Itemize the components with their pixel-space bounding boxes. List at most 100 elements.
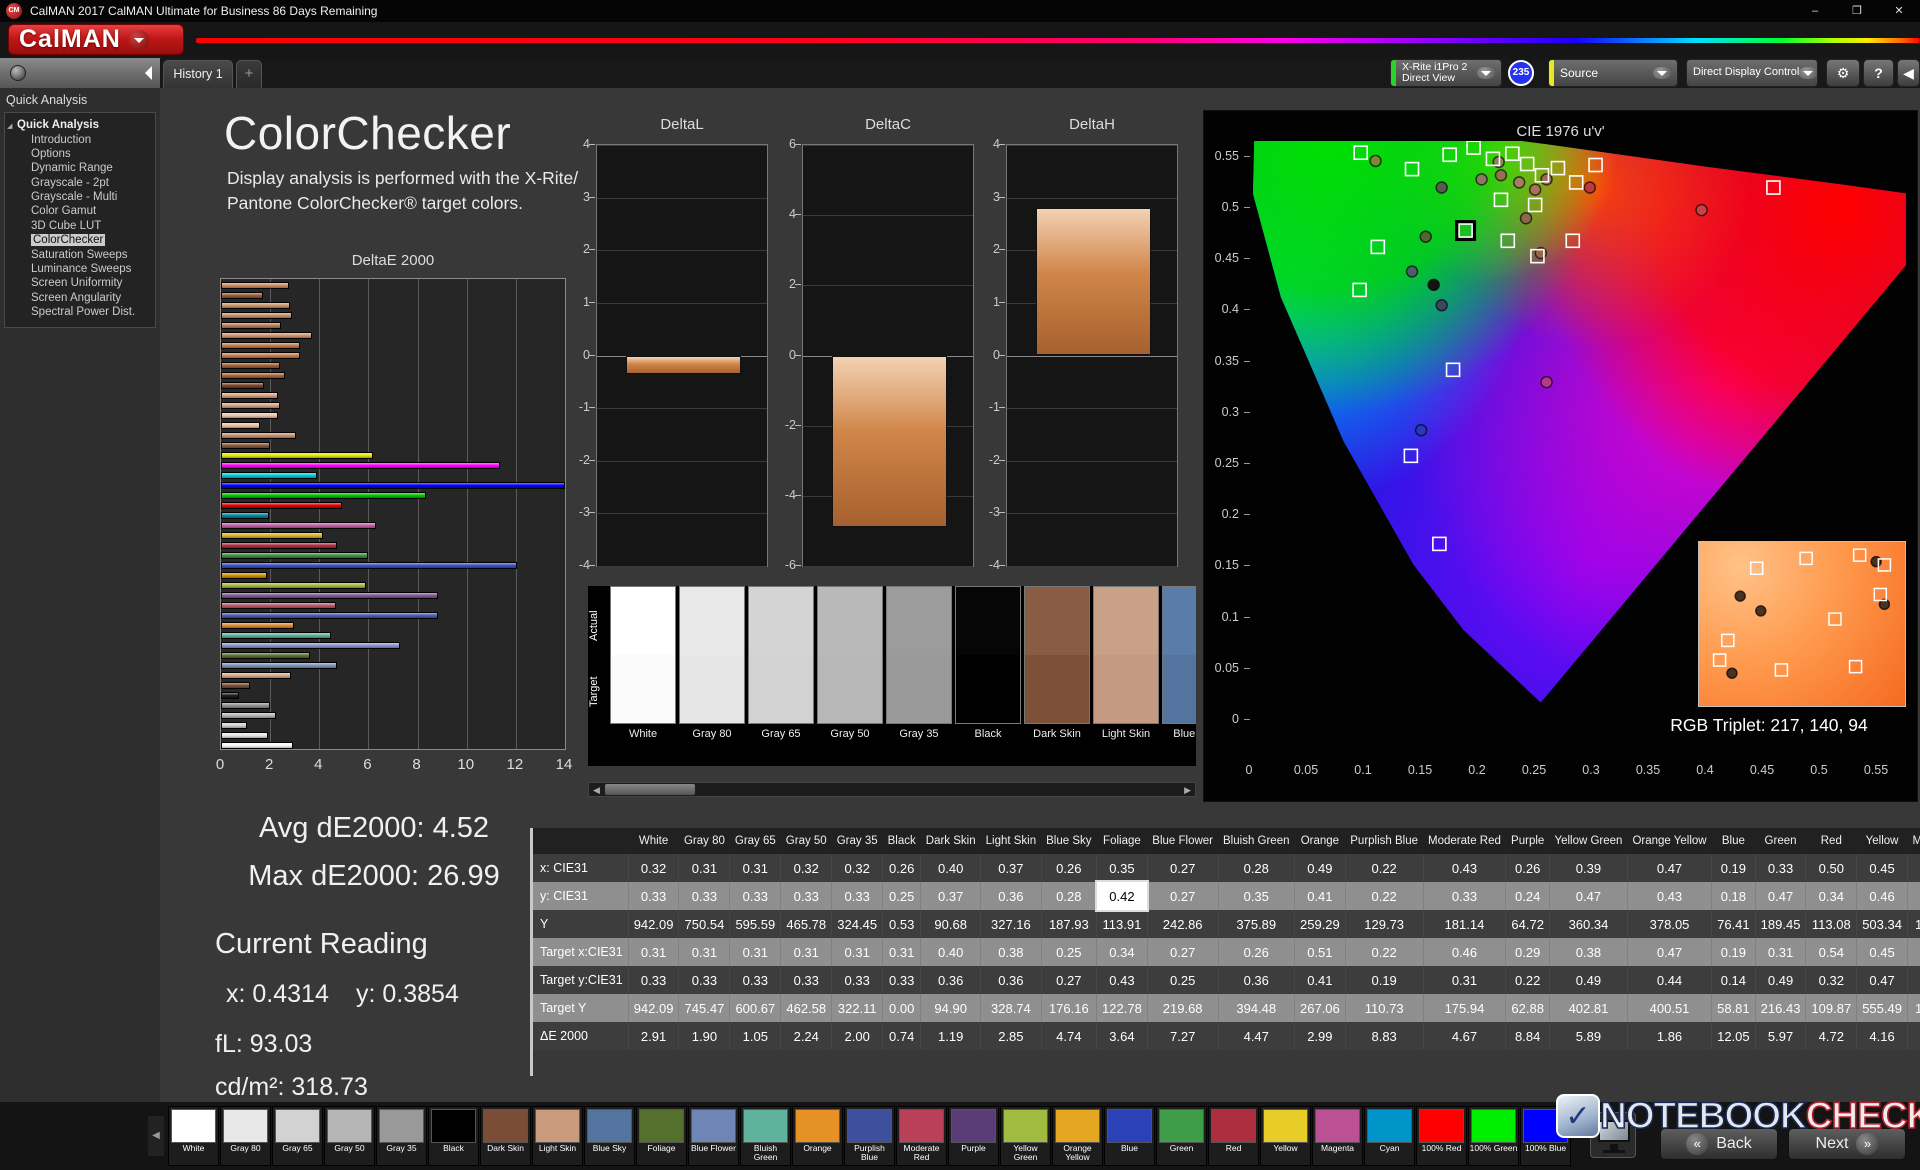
table-cell[interactable]: 0.26 (1505, 854, 1550, 882)
sidebar-item-dynamic-range[interactable]: Dynamic Range (5, 161, 155, 175)
table-cell[interactable]: 322.11 (831, 994, 884, 1022)
table-cell[interactable]: 8.83 (1345, 1022, 1424, 1050)
table-cell[interactable]: 0.31 (678, 938, 731, 966)
table-cell[interactable]: 0.22 (1345, 882, 1424, 910)
table-cell[interactable]: 0.51 (1294, 938, 1346, 966)
table-cell[interactable]: 0.26 (1218, 938, 1296, 966)
table-cell[interactable]: 0.32 (831, 854, 884, 882)
table-cell[interactable]: 0.19 (1711, 854, 1756, 882)
table-cell[interactable]: 0.37 (920, 882, 982, 910)
table-cell[interactable]: 2.85 (980, 1022, 1042, 1050)
table-cell[interactable]: 58.81 (1711, 994, 1756, 1022)
table-cell[interactable]: 0.33 (729, 882, 782, 910)
table-cell[interactable]: 750.54 (678, 910, 731, 938)
sidebar-item-introduction[interactable]: Introduction (5, 132, 155, 146)
table-cell[interactable]: 2.99 (1294, 1022, 1346, 1050)
sidebar-item-options[interactable]: Options (5, 147, 155, 161)
table-cell[interactable]: 942.09 (628, 910, 680, 938)
table-cell[interactable]: 0.22 (1345, 938, 1424, 966)
table-cell[interactable]: 64.72 (1505, 910, 1550, 938)
table-cell[interactable]: 175.94 (1423, 994, 1507, 1022)
table-cell[interactable]: 0.25 (1907, 966, 1920, 994)
table-cell[interactable]: 0.32 (780, 854, 833, 882)
table-cell[interactable]: 0.39 (1549, 854, 1628, 882)
table-cell[interactable]: 0.49 (1755, 966, 1807, 994)
table-cell[interactable]: 0.33 (1423, 882, 1507, 910)
table-cell[interactable]: 0.28 (1041, 882, 1098, 910)
source-dropdown[interactable]: Source (1548, 59, 1678, 87)
table-cell[interactable]: 375.89 (1218, 910, 1296, 938)
patch-button-gray-50[interactable]: Gray 50 (324, 1106, 375, 1166)
table-cell[interactable]: 0.25 (882, 882, 922, 910)
close-button[interactable]: ✕ (1878, 0, 1920, 22)
table-cell[interactable]: 0.54 (1805, 938, 1858, 966)
table-cell[interactable]: 400.51 (1627, 994, 1713, 1022)
table-cell[interactable]: 0.33 (780, 882, 833, 910)
table-cell[interactable]: 0.25 (1041, 938, 1098, 966)
table-cell[interactable]: 113.91 (1096, 910, 1148, 938)
table-cell[interactable]: 0.31 (729, 854, 782, 882)
table-cell[interactable]: 0.35 (1218, 882, 1296, 910)
display-control-dropdown[interactable]: Direct Display Control (1686, 59, 1818, 87)
measurement-count-badge[interactable]: 235 (1508, 60, 1534, 86)
table-cell[interactable]: 5.89 (1549, 1022, 1628, 1050)
table-cell[interactable]: 2.91 (628, 1022, 680, 1050)
table-cell[interactable]: 4.74 (1041, 1022, 1098, 1050)
table-cell[interactable]: 324.45 (831, 910, 884, 938)
table-cell[interactable]: 0.43 (1627, 882, 1713, 910)
table-cell[interactable]: 0.49 (1549, 966, 1628, 994)
table-cell[interactable]: 0.36 (980, 966, 1042, 994)
table-cell[interactable]: 600.67 (729, 994, 782, 1022)
tab-history-1[interactable]: History 1 (163, 60, 233, 88)
patch-button-orange-yellow[interactable]: Orange Yellow (1052, 1106, 1103, 1166)
table-cell[interactable]: 555.49 (1856, 994, 1908, 1022)
table-cell[interactable]: 0.74 (882, 1022, 922, 1050)
gear-icon[interactable]: ⚙ (1826, 59, 1860, 87)
table-cell[interactable]: 0.38 (980, 938, 1042, 966)
table-cell[interactable]: 0.49 (1294, 854, 1346, 882)
table-cell[interactable]: 0.33 (831, 882, 884, 910)
table-cell[interactable]: 1.90 (678, 1022, 731, 1050)
selected-cell[interactable]: 0.42 (1094, 880, 1150, 912)
table-cell[interactable]: 0.34 (1096, 938, 1148, 966)
table-cell[interactable]: 0.22 (1345, 854, 1424, 882)
patch-button-white[interactable]: White (168, 1106, 219, 1166)
table-cell[interactable]: 0.37 (1907, 938, 1920, 966)
table-cell[interactable]: 0.43 (1423, 854, 1507, 882)
table-cell[interactable]: 465.78 (780, 910, 833, 938)
table-cell[interactable]: 0.33 (780, 966, 833, 994)
patch-button-gray-80[interactable]: Gray 80 (220, 1106, 271, 1166)
sidebar-item-saturation-sweeps[interactable]: Saturation Sweeps (5, 247, 155, 261)
table-cell[interactable]: 0.44 (1627, 966, 1713, 994)
table-cell[interactable]: 0.33 (678, 966, 731, 994)
table-cell[interactable]: 0.27 (1147, 854, 1219, 882)
table-cell[interactable]: 0.27 (1041, 966, 1098, 994)
table-cell[interactable]: 0.36 (920, 966, 982, 994)
patch-button-black[interactable]: Black (428, 1106, 479, 1166)
table-cell[interactable]: 4.72 (1805, 1022, 1858, 1050)
table-cell[interactable]: 0.33 (729, 966, 782, 994)
table-cell[interactable]: 110.73 (1345, 994, 1424, 1022)
table-cell[interactable]: 0.25 (1147, 966, 1219, 994)
table-cell[interactable]: 0.47 (1755, 882, 1807, 910)
table-cell[interactable]: 0.31 (628, 938, 680, 966)
sidebar-item-3d-cube-lut[interactable]: 3D Cube LUT (5, 219, 155, 233)
table-cell[interactable]: 0.19 (1345, 966, 1424, 994)
table-cell[interactable]: 0.26 (882, 854, 922, 882)
table-cell[interactable]: 129.73 (1345, 910, 1424, 938)
table-cell[interactable]: 503.34 (1856, 910, 1908, 938)
sidebar-item-screen-angularity[interactable]: Screen Angularity (5, 291, 155, 305)
table-cell[interactable]: 0.31 (729, 938, 782, 966)
patch-button-orange[interactable]: Orange (792, 1106, 843, 1166)
table-cell[interactable]: 76.41 (1711, 910, 1756, 938)
sidebar-collapse-strip[interactable] (0, 58, 160, 88)
patch-button-purplish-blue[interactable]: Purplish Blue (844, 1106, 895, 1166)
table-cell[interactable]: 109.87 (1805, 994, 1858, 1022)
scroll-left-icon[interactable]: ◀ (593, 785, 600, 795)
table-cell[interactable]: 1.05 (729, 1022, 782, 1050)
calman-logo-menu[interactable]: CalMAN (8, 24, 184, 55)
table-cell[interactable]: 327.16 (980, 910, 1042, 938)
table-cell[interactable]: 4.47 (1218, 1022, 1296, 1050)
patch-button-foliage[interactable]: Foliage (636, 1106, 687, 1166)
sidebar-item-grayscale-2pt[interactable]: Grayscale - 2pt (5, 176, 155, 190)
